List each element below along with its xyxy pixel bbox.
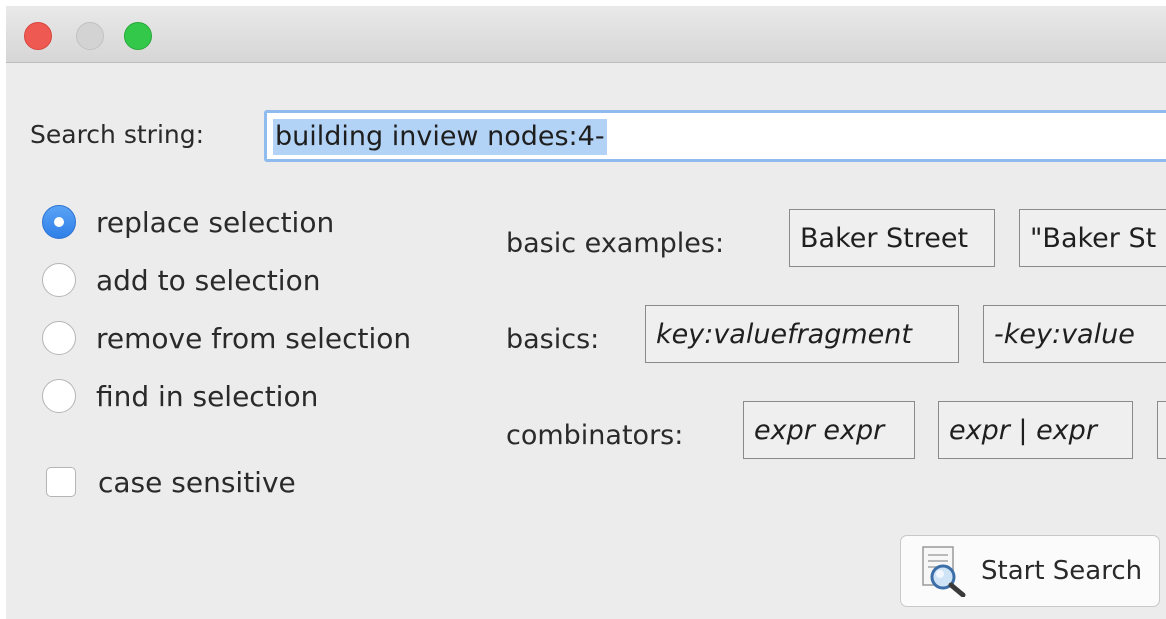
option-remove-from-selection[interactable]: remove from selection	[42, 318, 411, 358]
find-in-selection-radio[interactable]	[42, 379, 76, 413]
search-string-value: building inview nodes:4-	[273, 119, 607, 155]
search-dialog-window: Search string: building inview nodes:4- …	[6, 6, 1166, 619]
title-bar	[6, 6, 1166, 63]
case-sensitive-label: case sensitive	[98, 465, 296, 499]
example-baker-street-label: Baker Street	[800, 222, 969, 254]
minimize-window-button[interactable]	[76, 22, 104, 50]
search-document-icon	[919, 545, 969, 598]
example-expr-and-button[interactable]: expr expr	[743, 401, 915, 459]
start-search-label: Start Search	[981, 556, 1143, 586]
example-baker-street-button[interactable]: Baker Street	[789, 209, 995, 267]
remove-from-selection-radio[interactable]	[42, 321, 76, 355]
example-quoted-baker-street-label: "Baker St	[1030, 222, 1157, 254]
example-quoted-baker-street-button[interactable]: "Baker St	[1019, 209, 1166, 267]
replace-selection-label: replace selection	[96, 205, 335, 239]
example-negated-key-value-label: -key:value	[994, 318, 1135, 350]
find-in-selection-label: find in selection	[96, 379, 319, 413]
option-find-in-selection[interactable]: find in selection	[42, 376, 318, 416]
option-replace-selection[interactable]: replace selection	[42, 202, 334, 242]
option-add-to-selection[interactable]: add to selection	[42, 260, 320, 300]
case-sensitive-checkbox[interactable]	[46, 467, 76, 497]
start-search-button[interactable]: Start Search	[900, 535, 1160, 607]
basic-examples-label: basic examples:	[506, 228, 725, 259]
example-next-combinator-button[interactable]	[1157, 401, 1166, 459]
search-string-input[interactable]: building inview nodes:4-	[264, 110, 1166, 162]
replace-selection-radio[interactable]	[42, 205, 76, 239]
example-key-valuefragment-label: key:valuefragment	[656, 318, 912, 350]
example-expr-and-label: expr expr	[754, 414, 885, 446]
case-sensitive-option[interactable]: case sensitive	[46, 462, 296, 502]
basics-label: basics:	[506, 324, 600, 355]
add-to-selection-radio[interactable]	[42, 263, 76, 297]
zoom-window-button[interactable]	[124, 22, 152, 50]
example-expr-or-button[interactable]: expr | expr	[938, 401, 1133, 459]
add-to-selection-label: add to selection	[96, 263, 321, 297]
example-expr-or-label: expr | expr	[949, 414, 1097, 446]
example-key-valuefragment-button[interactable]: key:valuefragment	[645, 305, 959, 363]
example-negated-key-value-button[interactable]: -key:value	[983, 305, 1166, 363]
remove-from-selection-label: remove from selection	[96, 321, 412, 355]
close-window-button[interactable]	[24, 22, 52, 50]
search-string-label: Search string:	[30, 120, 205, 149]
combinators-label: combinators:	[506, 420, 684, 451]
